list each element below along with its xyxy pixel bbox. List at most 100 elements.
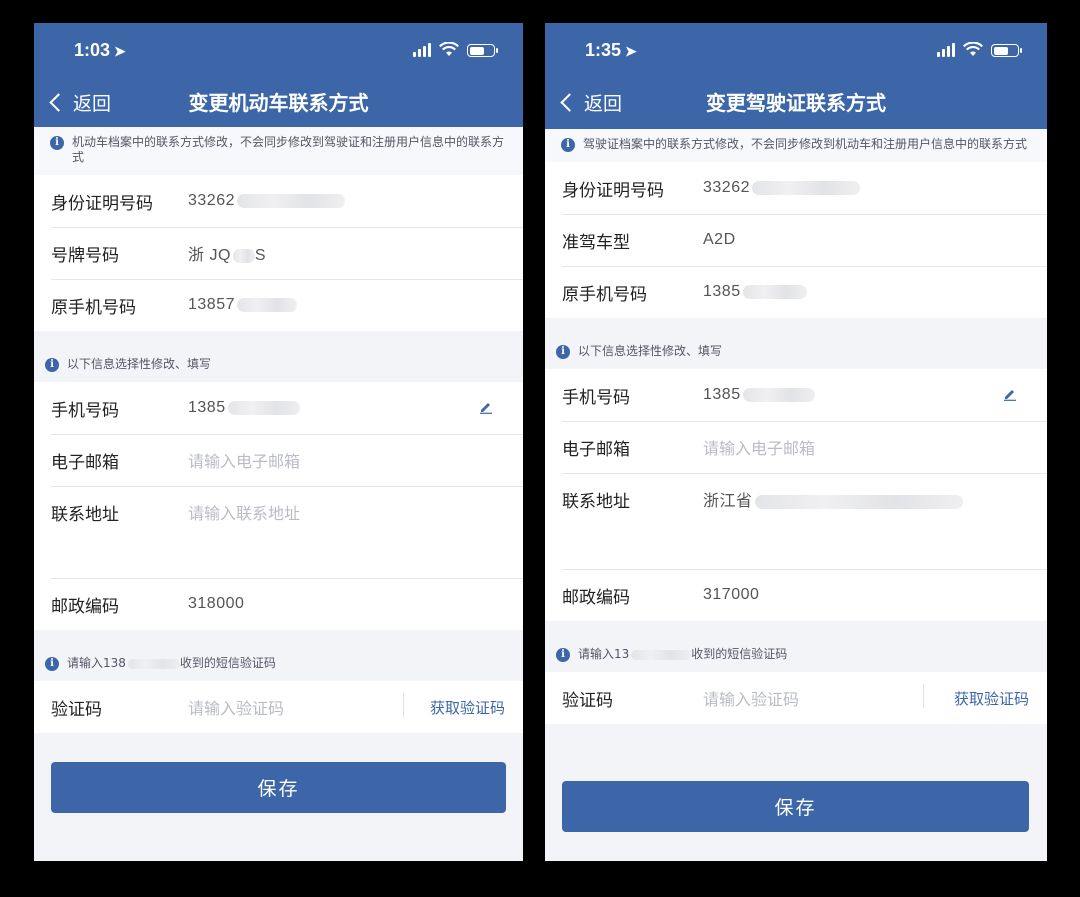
plate-number-suffix: S — [254, 247, 267, 264]
notice-top: i 机动车档案中的联系方式修改，不会同步修改到驾驶证和注册用户信息中的联系方式 — [34, 127, 523, 175]
verify-code-row[interactable]: 验证码 请输入验证码 获取验证码 — [545, 672, 1047, 724]
save-button[interactable]: 保存 — [562, 781, 1029, 832]
email-label: 电子邮箱 — [51, 452, 119, 473]
address-field[interactable]: 浙江省 — [703, 493, 753, 510]
notice-top-text: 驾驶证档案中的联系方式修改，不会同步修改到机动车和注册用户信息中的联系方式 — [583, 137, 1028, 151]
id-number-value: 33262 — [188, 192, 235, 209]
verify-code-row[interactable]: 验证码 请输入验证码 获取验证码 — [34, 681, 523, 733]
plate-number-row: 号牌号码 浙 JQ S — [34, 227, 523, 279]
edit-pencil-icon[interactable] — [1003, 387, 1017, 401]
license-class-value: A2D — [703, 231, 736, 248]
wifi-icon — [963, 42, 983, 56]
info-icon: i — [45, 358, 59, 372]
email-row[interactable]: 电子邮箱 请输入电子邮箱 — [34, 434, 523, 486]
battery-icon — [467, 44, 498, 57]
get-code-button[interactable]: 获取验证码 — [954, 688, 1029, 709]
email-label: 电子邮箱 — [562, 439, 630, 460]
divider — [403, 693, 404, 717]
notice-top-text: 机动车档案中的联系方式修改，不会同步修改到驾驶证和注册用户信息中的联系方式 — [72, 135, 505, 164]
status-time: 1:03 — [74, 40, 111, 60]
save-button[interactable]: 保存 — [51, 762, 506, 813]
id-number-label: 身份证明号码 — [562, 180, 664, 201]
redacted-mask — [742, 284, 807, 299]
header: 1:35 ➤ 返回 变更驾驶证联系方式 — [545, 23, 1047, 129]
battery-icon — [991, 44, 1022, 57]
original-phone-label: 原手机号码 — [51, 297, 136, 318]
phone-screen-left: 1:03 ➤ 返回 变更机动车联系方式 i 机动车档案中的联系方式修改，不会同步修… — [34, 23, 523, 861]
id-number-value: 33262 — [703, 179, 750, 196]
postcode-field[interactable]: 318000 — [188, 595, 244, 613]
notice-sms: i 请输入13 收到的短信验证码 — [545, 621, 1047, 672]
info-icon: i — [45, 657, 59, 671]
id-number-label: 身份证明号码 — [51, 193, 153, 214]
cellular-signal-icon — [937, 43, 955, 57]
page-title: 变更驾驶证联系方式 — [706, 91, 886, 115]
postcode-row[interactable]: 邮政编码 318000 — [34, 578, 523, 630]
redacted-mask — [742, 387, 815, 402]
email-field[interactable]: 请输入电子邮箱 — [703, 435, 815, 459]
original-phone-row: 原手机号码 1385 — [545, 266, 1047, 318]
license-class-label: 准驾车型 — [562, 232, 630, 253]
location-arrow-icon: ➤ — [114, 43, 126, 59]
verify-code-label: 验证码 — [562, 690, 613, 711]
plate-number-value: 浙 JQ — [188, 247, 231, 264]
address-label: 联系地址 — [562, 492, 630, 512]
header: 1:03 ➤ 返回 变更机动车联系方式 — [34, 23, 523, 127]
info-icon: i — [556, 648, 570, 662]
phone-row[interactable]: 手机号码 1385 — [34, 382, 523, 434]
address-row[interactable]: 联系地址 浙江省 — [545, 473, 1047, 569]
address-field[interactable]: 请输入联系地址 — [188, 500, 300, 524]
address-row[interactable]: 联系地址 请输入联系地址 — [34, 486, 523, 578]
status-bar: 1:03 ➤ — [34, 23, 523, 79]
phone-value: 1385 — [703, 386, 741, 403]
verify-group: 验证码 请输入验证码 获取验证码 — [545, 672, 1047, 724]
redacted-mask — [227, 400, 300, 415]
notice-sms-prefix: 请输入13 — [578, 647, 630, 661]
get-code-button[interactable]: 获取验证码 — [430, 697, 505, 718]
id-number-row: 身份证明号码 33262 — [545, 162, 1047, 214]
status-time: 1:35 — [585, 40, 622, 60]
postcode-label: 邮政编码 — [562, 587, 630, 608]
notice-top: i 驾驶证档案中的联系方式修改，不会同步修改到机动车和注册用户信息中的联系方式 — [545, 129, 1047, 162]
navbar: 返回 变更驾驶证联系方式 — [545, 83, 1047, 123]
notice-sms-suffix: 收到的短信验证码 — [179, 656, 276, 670]
postcode-row[interactable]: 邮政编码 317000 — [545, 569, 1047, 621]
editable-info-group: 手机号码 1385 电子邮箱 请输入电子邮箱 联系地址 请输入联系地址 邮政编码… — [34, 382, 523, 630]
email-row[interactable]: 电子邮箱 请输入电子邮箱 — [545, 421, 1047, 473]
redacted-mask — [237, 297, 297, 312]
original-phone-value: 13857 — [188, 296, 235, 313]
phone-label: 手机号码 — [51, 400, 119, 421]
verify-code-label: 验证码 — [51, 699, 102, 720]
redacted-mask — [237, 193, 345, 208]
license-class-row: 准驾车型 A2D — [545, 214, 1047, 266]
verify-group: 验证码 请输入验证码 获取验证码 — [34, 681, 523, 733]
phone-row[interactable]: 手机号码 1385 — [545, 369, 1047, 421]
verify-code-input[interactable]: 请输入验证码 — [703, 686, 799, 710]
fixed-info-group: 身份证明号码 33262 准驾车型 A2D 原手机号码 1385 — [545, 162, 1047, 318]
original-phone-row: 原手机号码 13857 — [34, 279, 523, 331]
verify-code-input[interactable]: 请输入验证码 — [188, 695, 284, 719]
info-icon: i — [556, 345, 570, 359]
location-arrow-icon: ➤ — [625, 43, 637, 59]
email-field[interactable]: 请输入电子邮箱 — [188, 448, 300, 472]
notice-optional: i 以下信息选择性修改、填写 — [34, 331, 523, 382]
wifi-icon — [439, 42, 459, 56]
notice-sms: i 请输入138 收到的短信验证码 — [34, 630, 523, 681]
info-icon: i — [50, 136, 64, 150]
redacted-mask — [752, 180, 860, 195]
original-phone-value: 1385 — [703, 283, 741, 300]
editable-info-group: 手机号码 1385 电子邮箱 请输入电子邮箱 联系地址 浙江省 邮政编码 317… — [545, 369, 1047, 621]
phone-label: 手机号码 — [562, 387, 630, 408]
info-icon: i — [561, 138, 575, 152]
address-label: 联系地址 — [51, 505, 119, 525]
id-number-row: 身份证明号码 33262 — [34, 175, 523, 227]
notice-sms-suffix: 收到的短信验证码 — [691, 647, 788, 661]
phone-screen-right: 1:35 ➤ 返回 变更驾驶证联系方式 i 驾驶证档案中的联系方式修改，不会同步修… — [545, 23, 1047, 861]
navbar: 返回 变更机动车联系方式 — [34, 83, 523, 123]
postcode-field[interactable]: 317000 — [703, 586, 759, 604]
page-title: 变更机动车联系方式 — [188, 91, 369, 115]
notice-optional-text: 以下信息选择性修改、填写 — [578, 344, 723, 358]
redacted-mask — [127, 658, 180, 669]
redacted-mask — [631, 649, 692, 660]
edit-pencil-icon[interactable] — [479, 400, 493, 414]
